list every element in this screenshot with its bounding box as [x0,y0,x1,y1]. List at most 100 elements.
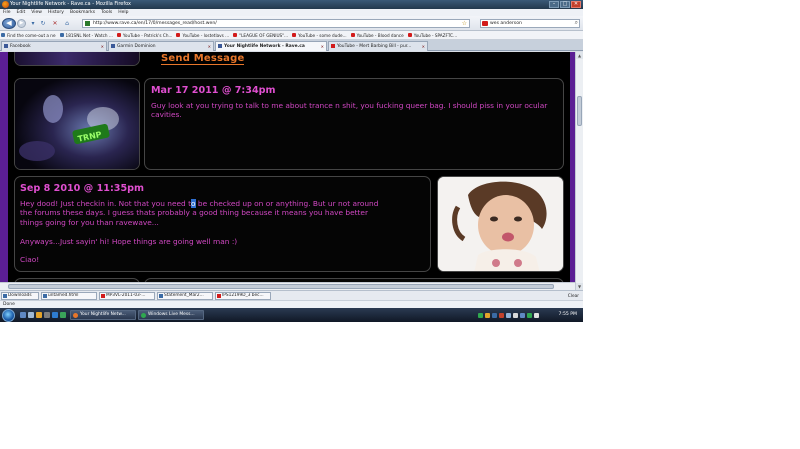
show-desktop-icon[interactable] [28,312,34,318]
tab-close-icon[interactable]: ✕ [422,42,425,51]
message-text: Guy look at you trying to talk to me abo… [151,101,548,120]
bookmarks-toolbar: Find the come-out a ne 181SNL Net - Watc… [0,31,583,40]
message-line: Ciao! [20,255,40,265]
sender-avatar-1[interactable]: TRNP [14,78,140,170]
youtube-search-engine-icon[interactable] [482,21,488,26]
bookmark-item[interactable]: 181SNL Net - Watch ... [59,31,116,39]
search-bar[interactable]: wes anderson ⌕ [480,19,580,28]
back-button[interactable]: ◀ [2,18,16,29]
bookmark-item[interactable]: YouTube - SPAZFTC... [407,31,460,39]
menu-tools[interactable]: Tools [101,9,112,16]
message-panel-1: Mar 17 2011 @ 7:34pm Guy look at you try… [144,78,564,170]
tab-garmin[interactable]: Garmin Dominion ✕ [108,41,214,51]
window-titlebar: Your Nightlife Network - Rave.ca - Mozil… [0,0,583,9]
download-item[interactable]: IPS12199D_3 bec... [215,292,271,300]
scroll-up-icon[interactable]: ▲ [576,52,583,59]
message-line: Anyways...Just sayin' hi! Hope things ar… [20,236,238,246]
taskbar-clock[interactable]: 7:55 PM [558,310,577,320]
forward-button[interactable]: ▶ [17,19,26,28]
menu-help[interactable]: Help [118,9,128,16]
bookmark-item[interactable]: Find the come-out a ne [0,31,59,39]
maximize-button[interactable]: □ [560,1,570,8]
site-favicon-icon [85,21,90,26]
search-icon[interactable]: ⌕ [575,19,578,26]
horizontal-scrollbar[interactable] [0,282,575,290]
scroll-down-icon[interactable]: ▼ [576,283,583,290]
search-input[interactable]: wes anderson [490,21,522,26]
download-item[interactable]: Statement_Mar2... [157,292,213,300]
menu-view[interactable]: View [31,9,42,16]
tab-label: Garmin Dominion [117,44,156,49]
tab-close-icon[interactable]: ✕ [321,42,324,51]
start-button[interactable] [2,309,15,322]
sender-avatar-2[interactable] [437,176,564,272]
quicklaunch-icon[interactable] [36,312,42,318]
message-date: Mar 17 2011 @ 7:34pm [151,85,276,96]
reload-icon[interactable]: ↻ [39,20,47,28]
message-panel-2: Sep 8 2010 @ 11:35pm Hey dood! Just chec… [14,176,431,272]
message-date: Sep 8 2010 @ 11:35pm [20,183,145,194]
message-body: Guy look at you trying to talk to me abo… [151,101,556,120]
status-text: Done [3,302,15,307]
horizontal-scrollbar-thumb[interactable] [8,284,554,289]
vertical-scrollbar[interactable]: ▲ ▼ [575,52,583,290]
tab-label: Your Nightlife Network - Rave.ca [224,44,305,49]
message-page: Send Message TRNP Mar 17 2011 @ 7:34pm G… [8,52,570,282]
download-item[interactable]: MP3VL-2011-03-... [99,292,155,300]
tray-icon[interactable] [478,312,483,318]
url-bar[interactable]: http://www.rave.ca/en/17/0/messages_read… [82,19,470,28]
bookmark-item[interactable]: YouTube - Patrick's Ch... [116,31,176,39]
back-arrow-icon: ◀ [6,19,12,27]
bookmark-item[interactable]: YouTube - some dude... [291,31,349,39]
message-text: be checked up on or anything. But ur not… [195,199,379,208]
menu-bookmarks[interactable]: Bookmarks [70,9,95,16]
page-viewport: Send Message TRNP Mar 17 2011 @ 7:34pm G… [0,52,575,282]
menu-bar: File Edit View History Bookmarks Tools H… [0,9,583,16]
downloads-bar: Downloads untamed.html MP3VL-2011-03-...… [0,290,583,300]
taskbar-item-messenger[interactable]: Windows Live Mess... [138,310,204,320]
url-text: http://www.rave.ca/en/17/0/messages_read… [93,21,217,26]
forward-arrow-icon: ▶ [19,20,24,26]
menu-history[interactable]: History [48,9,64,16]
tab-facebook[interactable]: Facebook ✕ [1,41,107,51]
firefox-icon [2,1,9,8]
scrollbar-thumb[interactable] [577,96,582,126]
club-photo-image: TRNP [15,79,139,169]
tab-rave[interactable]: Your Nightlife Network - Rave.ca ✕ [215,41,327,51]
quicklaunch-icon[interactable] [44,312,50,318]
download-item[interactable]: untamed.html [41,292,97,300]
send-message-link[interactable]: Send Message [161,53,245,65]
message-line: Hey dood! Just checkin in. Not that you … [20,199,428,208]
tray-icon[interactable] [499,312,504,318]
taskbar-item-firefox[interactable]: Your Nightlife Netw... [70,310,136,320]
menu-file[interactable]: File [3,9,11,16]
downloads-button[interactable]: Downloads [1,292,39,300]
tray-icon[interactable] [506,312,511,318]
bookmark-item[interactable]: "LEAGUE OF GENIUS"... [232,31,291,39]
tab-close-icon[interactable]: ✕ [208,42,211,51]
quicklaunch-icon[interactable] [20,312,26,318]
home-icon[interactable]: ⌂ [63,20,71,28]
tray-icon[interactable] [492,312,497,318]
close-button[interactable]: ✕ [571,1,581,8]
tab-close-icon[interactable]: ✕ [101,42,104,51]
tray-icon[interactable] [513,312,518,318]
network-icon[interactable] [527,312,532,318]
volume-icon[interactable] [534,312,539,318]
menu-edit[interactable]: Edit [17,9,26,16]
quicklaunch-icon[interactable] [52,312,58,318]
tab-label: YouTube - Mert Barbing Bill - pur... [337,44,412,49]
sender-avatar-top[interactable] [14,52,140,66]
stop-icon[interactable]: ✕ [51,20,59,28]
tray-icon[interactable] [520,312,525,318]
tab-youtube[interactable]: YouTube - Mert Barbing Bill - pur... ✕ [328,41,428,51]
window-controls: – □ ✕ [549,1,581,8]
minimize-button[interactable]: – [549,1,559,8]
bookmark-item[interactable]: YouTube - Blood dance [350,31,407,39]
tray-icon[interactable] [485,312,490,318]
bookmark-star-icon[interactable]: ☆ [462,20,467,27]
tab-label: Facebook [10,44,31,49]
dropdown-history-icon[interactable]: ▾ [29,20,37,28]
quicklaunch-icon[interactable] [60,312,66,318]
bookmark-item[interactable]: YouTube - lostetlavs ... [175,31,232,39]
